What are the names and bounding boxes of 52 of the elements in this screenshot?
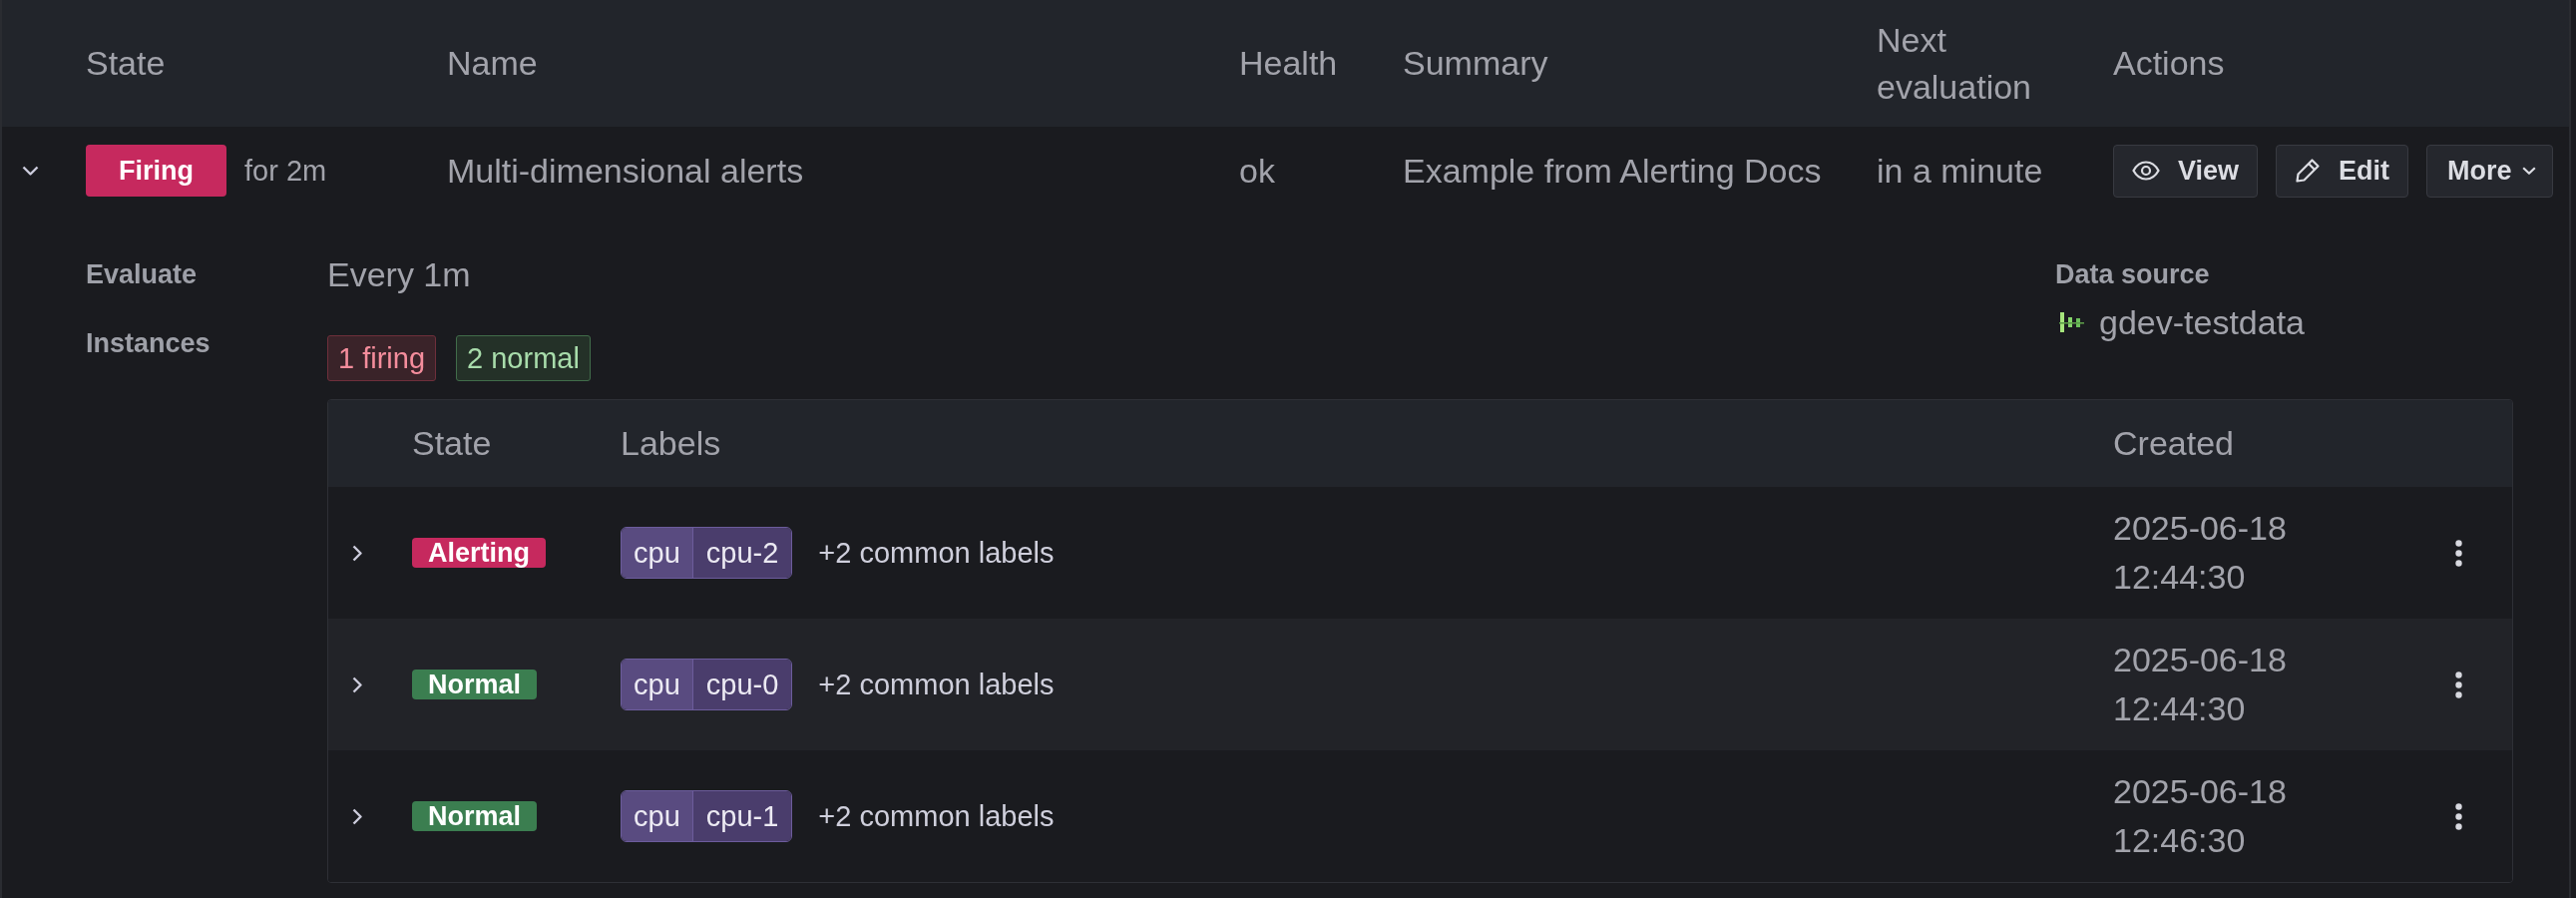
detail-value: Every 1m <box>327 254 472 294</box>
state-duration: for 2m <box>244 154 327 188</box>
detail-label: Instances <box>86 329 212 360</box>
more-menu-button[interactable]: More <box>2426 144 2553 198</box>
chevron-down-icon[interactable] <box>22 166 39 176</box>
column-header: Next evaluation <box>1877 19 2032 108</box>
detail-label: Data source <box>2055 258 2211 291</box>
created-timestamp: 2025-06-18 12:44:30 <box>2113 640 2288 729</box>
kebab-menu-icon[interactable] <box>2454 671 2462 698</box>
column-header: Health <box>1239 43 1339 84</box>
state-badge: Alerting <box>412 538 546 568</box>
label-key: cpu <box>622 791 692 841</box>
chevron-right-icon[interactable] <box>352 544 362 562</box>
created-timestamp: 2025-06-18 12:44:30 <box>2113 508 2288 598</box>
next-evaluation: in a minute <box>1877 151 2043 190</box>
column-header: Summary <box>1403 43 1549 84</box>
column-header: Labels <box>621 424 721 462</box>
health-status: ok <box>1239 151 1275 190</box>
common-labels-link[interactable]: +2 common labels <box>818 536 1055 570</box>
label-value: cpu-1 <box>691 791 792 841</box>
detail-label: Evaluate <box>86 258 199 291</box>
label-key: cpu <box>622 528 692 578</box>
rule-summary: Example from Alerting Docs <box>1403 151 1822 190</box>
column-header: Created <box>2113 424 2234 462</box>
pencil-icon <box>2295 158 2322 184</box>
label-key: cpu <box>622 660 692 709</box>
instance-count-badge[interactable]: 2 normal <box>456 335 591 381</box>
bar-chart-icon <box>2059 312 2084 332</box>
common-labels-link[interactable]: +2 common labels <box>818 668 1055 701</box>
label-value: cpu-2 <box>691 528 792 578</box>
common-labels-link[interactable]: +2 common labels <box>818 799 1055 833</box>
state-badge: Normal <box>412 670 538 699</box>
chevron-right-icon[interactable] <box>352 807 362 825</box>
view-button[interactable]: View <box>2113 144 2259 198</box>
state-badge: Firing <box>86 145 226 197</box>
caret-down-icon <box>2521 167 2536 175</box>
created-timestamp: 2025-06-18 12:46:30 <box>2113 771 2288 861</box>
eye-icon <box>2132 161 2160 181</box>
state-badge: Normal <box>412 801 538 831</box>
instance-count-badge[interactable]: 1 firing <box>327 335 437 381</box>
chevron-right-icon[interactable] <box>352 675 362 693</box>
kebab-menu-icon[interactable] <box>2454 539 2462 567</box>
column-header: State <box>86 43 167 84</box>
kebab-menu-icon[interactable] <box>2454 802 2462 830</box>
rule-name: Multi-dimensional alerts <box>447 151 804 190</box>
data-source-name[interactable]: gdev-testdata <box>2099 302 2306 342</box>
column-header: Actions <box>2113 43 2226 84</box>
column-header: State <box>412 424 492 462</box>
column-header: Name <box>447 43 539 84</box>
table-row[interactable]: Normal cpu cpu-0 +2 common labels 2025-06-18 12:44:30 <box>328 619 2512 750</box>
edit-button[interactable]: Edit <box>2276 144 2409 198</box>
label-value: cpu-0 <box>691 660 792 709</box>
